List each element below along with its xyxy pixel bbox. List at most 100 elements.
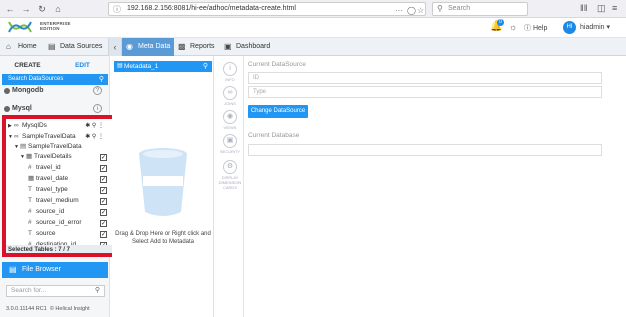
info-icon: ⓘ [113, 5, 121, 14]
column-checkbox[interactable]: ✓ [100, 220, 107, 227]
rail-display-dimension[interactable]: ⚙ DISPLAY DIMENSION CARDS [216, 160, 244, 190]
datasource-details: Current DataSource ID Type Change DataSo… [244, 56, 626, 317]
database-icon: ▤ [48, 42, 56, 51]
tab-edit[interactable]: EDIT [55, 60, 110, 72]
forward-icon[interactable]: → [20, 3, 32, 15]
collapse-panel-button[interactable]: ‹ [108, 38, 122, 56]
back-icon[interactable]: ← [4, 3, 16, 15]
gear-icon: ⚙ [223, 160, 237, 174]
node-tools[interactable]: ✱ ⚲ ⋮ [85, 132, 104, 142]
tab-create[interactable]: CREATE [0, 60, 55, 72]
numeric-column-icon: # [28, 219, 32, 226]
eye-icon: ◉ [223, 110, 237, 124]
browser-search-input[interactable]: ⚲ Search [432, 2, 528, 16]
mysql-icon [4, 106, 10, 112]
tree-node-mysqlds[interactable]: ▶ ∞ MysqlDs [8, 121, 47, 131]
browser-toolbar: ← → ↻ ⌂ ⓘ 192.168.2.156:8081/hi-ee/adhoc… [0, 0, 626, 18]
selected-tables-count: Selected Tables : 7 / 7 [6, 245, 112, 253]
file-browser-button[interactable]: ▤ File Browser [2, 262, 108, 278]
rail-views[interactable]: ◉ VIEWS [216, 110, 244, 130]
datasource-tree: ▶ ∞ MysqlDs ✱ ⚲ ⋮ ▼∞ SampleTravelData ✱ ⚲ ⋮… [2, 115, 116, 257]
sidebar-icon[interactable]: ◫ [597, 3, 606, 14]
column-item[interactable]: # source_id_error [28, 218, 82, 228]
drop-bucket-icon [139, 148, 187, 216]
datasource-item-mongodb[interactable]: Mongodb ? [2, 85, 108, 97]
change-datasource-button[interactable]: Change DataSource [248, 105, 308, 118]
bookmark-star-icon[interactable]: ☆ [417, 5, 424, 17]
home-nav-icon: ⌂ [6, 42, 11, 51]
text-column-icon: T [28, 186, 32, 193]
table-icon: ▦ [26, 153, 33, 160]
column-checkbox[interactable]: ✓ [100, 209, 107, 216]
home-icon[interactable]: ⌂ [52, 3, 64, 15]
library-icon[interactable]: ‖‖ [580, 3, 587, 13]
tree-node-sampletraveldata[interactable]: ▼∞ SampleTravelData [8, 132, 76, 142]
column-checkbox[interactable]: ✓ [100, 198, 107, 205]
version-info: 3.0.0.11144 RC1 © Helical Insight [6, 306, 90, 312]
column-item[interactable]: # travel_id [28, 163, 61, 173]
tab-meta-data[interactable]: ◉ Meta Data [122, 38, 174, 56]
notification-badge: 0 [497, 19, 504, 26]
search-icon: ⚲ [94, 287, 100, 294]
rail-info[interactable]: i INFO [216, 62, 244, 82]
column-item[interactable]: Tsource [28, 229, 56, 239]
current-database-label: Current Database [248, 132, 300, 139]
tab-reports[interactable]: ▩ Reports [174, 38, 218, 56]
table-checkbox[interactable]: ✓ [100, 154, 107, 161]
browser-search-placeholder: Search [448, 5, 471, 12]
current-database-field[interactable] [248, 144, 602, 156]
more-icon[interactable]: ··· [395, 5, 403, 17]
column-checkbox[interactable]: ✓ [100, 187, 107, 194]
pocket-icon[interactable]: ◯ [407, 5, 416, 17]
date-column-icon: ▦ [28, 175, 35, 182]
search-datasources[interactable]: Search DataSources ⚲ [2, 74, 108, 85]
tab-data-sources[interactable]: ▤ Data Sources [44, 38, 106, 56]
create-edit-tabs: CREATE EDIT [0, 60, 110, 72]
rail-security[interactable]: ▣ SECURITY [216, 134, 244, 154]
current-datasource-label: Current DataSource [248, 61, 306, 68]
datasource-item-mysql[interactable]: Mysql i [2, 103, 108, 115]
link-icon: ∞ [14, 122, 19, 129]
numeric-column-icon: # [28, 208, 32, 215]
tree-node-table[interactable]: ▼▦ TravelDetails [20, 152, 72, 162]
avatar[interactable]: HI [563, 21, 576, 34]
user-menu[interactable]: hiadmin ▾ [580, 23, 610, 31]
column-checkbox[interactable]: ✓ [100, 165, 107, 172]
rail-joins[interactable]: ∞ JOINS [216, 86, 244, 106]
column-item[interactable]: Ttravel_medium [28, 196, 79, 206]
column-checkbox[interactable]: ✓ [100, 231, 107, 238]
search-for-input[interactable]: Search for... ⚲ [6, 285, 105, 297]
url-bar[interactable]: ⓘ 192.168.2.156:8081/hi-ee/adhoc/metadat… [108, 2, 426, 16]
numeric-column-icon: # [28, 164, 32, 171]
search-icon: ⚲ [98, 76, 104, 83]
column-checkbox[interactable]: ✓ [100, 176, 107, 183]
tab-home[interactable]: ⌂ Home [2, 38, 42, 56]
datasource-id-field[interactable]: ID [248, 72, 602, 84]
menu-icon[interactable]: ≡ [612, 3, 617, 13]
folder-icon: ▤ [9, 265, 17, 274]
datasource-type-field[interactable]: Type [248, 86, 602, 98]
question-icon[interactable]: ? [93, 86, 102, 95]
info-icon: i [223, 62, 237, 76]
info-icon[interactable]: i [93, 104, 102, 113]
url-text: 192.168.2.156:8081/hi-ee/adhoc/metadata-… [127, 5, 296, 12]
mongodb-icon [4, 88, 10, 94]
column-item[interactable]: Ttravel_type [28, 185, 68, 195]
node-tools[interactable]: ✱ ⚲ ⋮ [85, 121, 104, 131]
column-item[interactable]: ▦ travel_date [28, 174, 68, 184]
text-column-icon: T [28, 230, 32, 237]
help-link[interactable]: ⓘ Help [524, 23, 547, 33]
metadata-options-rail: i INFO ∞ JOINS ◉ VIEWS ▣ SECURITY ⚙ DISPLAY D… [216, 56, 244, 317]
tab-dashboard-designer[interactable]: ▣ Dashboard Designer [220, 38, 300, 68]
reload-icon[interactable]: ↻ [36, 3, 48, 15]
column-item[interactable]: # source_id [28, 207, 64, 217]
database-icon: ▤ [20, 143, 27, 150]
chart-icon: ▩ [178, 42, 186, 51]
globe-icon[interactable]: ☼ [509, 22, 517, 32]
tree-node-database[interactable]: ▼▤ SampleTravelData [14, 142, 82, 152]
metadata-item[interactable]: ▤ Metadata_1 ⚲ [114, 61, 212, 72]
logo-text: ENTERPRISE EDITION [40, 21, 71, 31]
lock-icon: ▣ [223, 134, 237, 148]
search-icon[interactable]: ⚲ [203, 61, 208, 72]
helical-logo-icon [8, 21, 32, 33]
